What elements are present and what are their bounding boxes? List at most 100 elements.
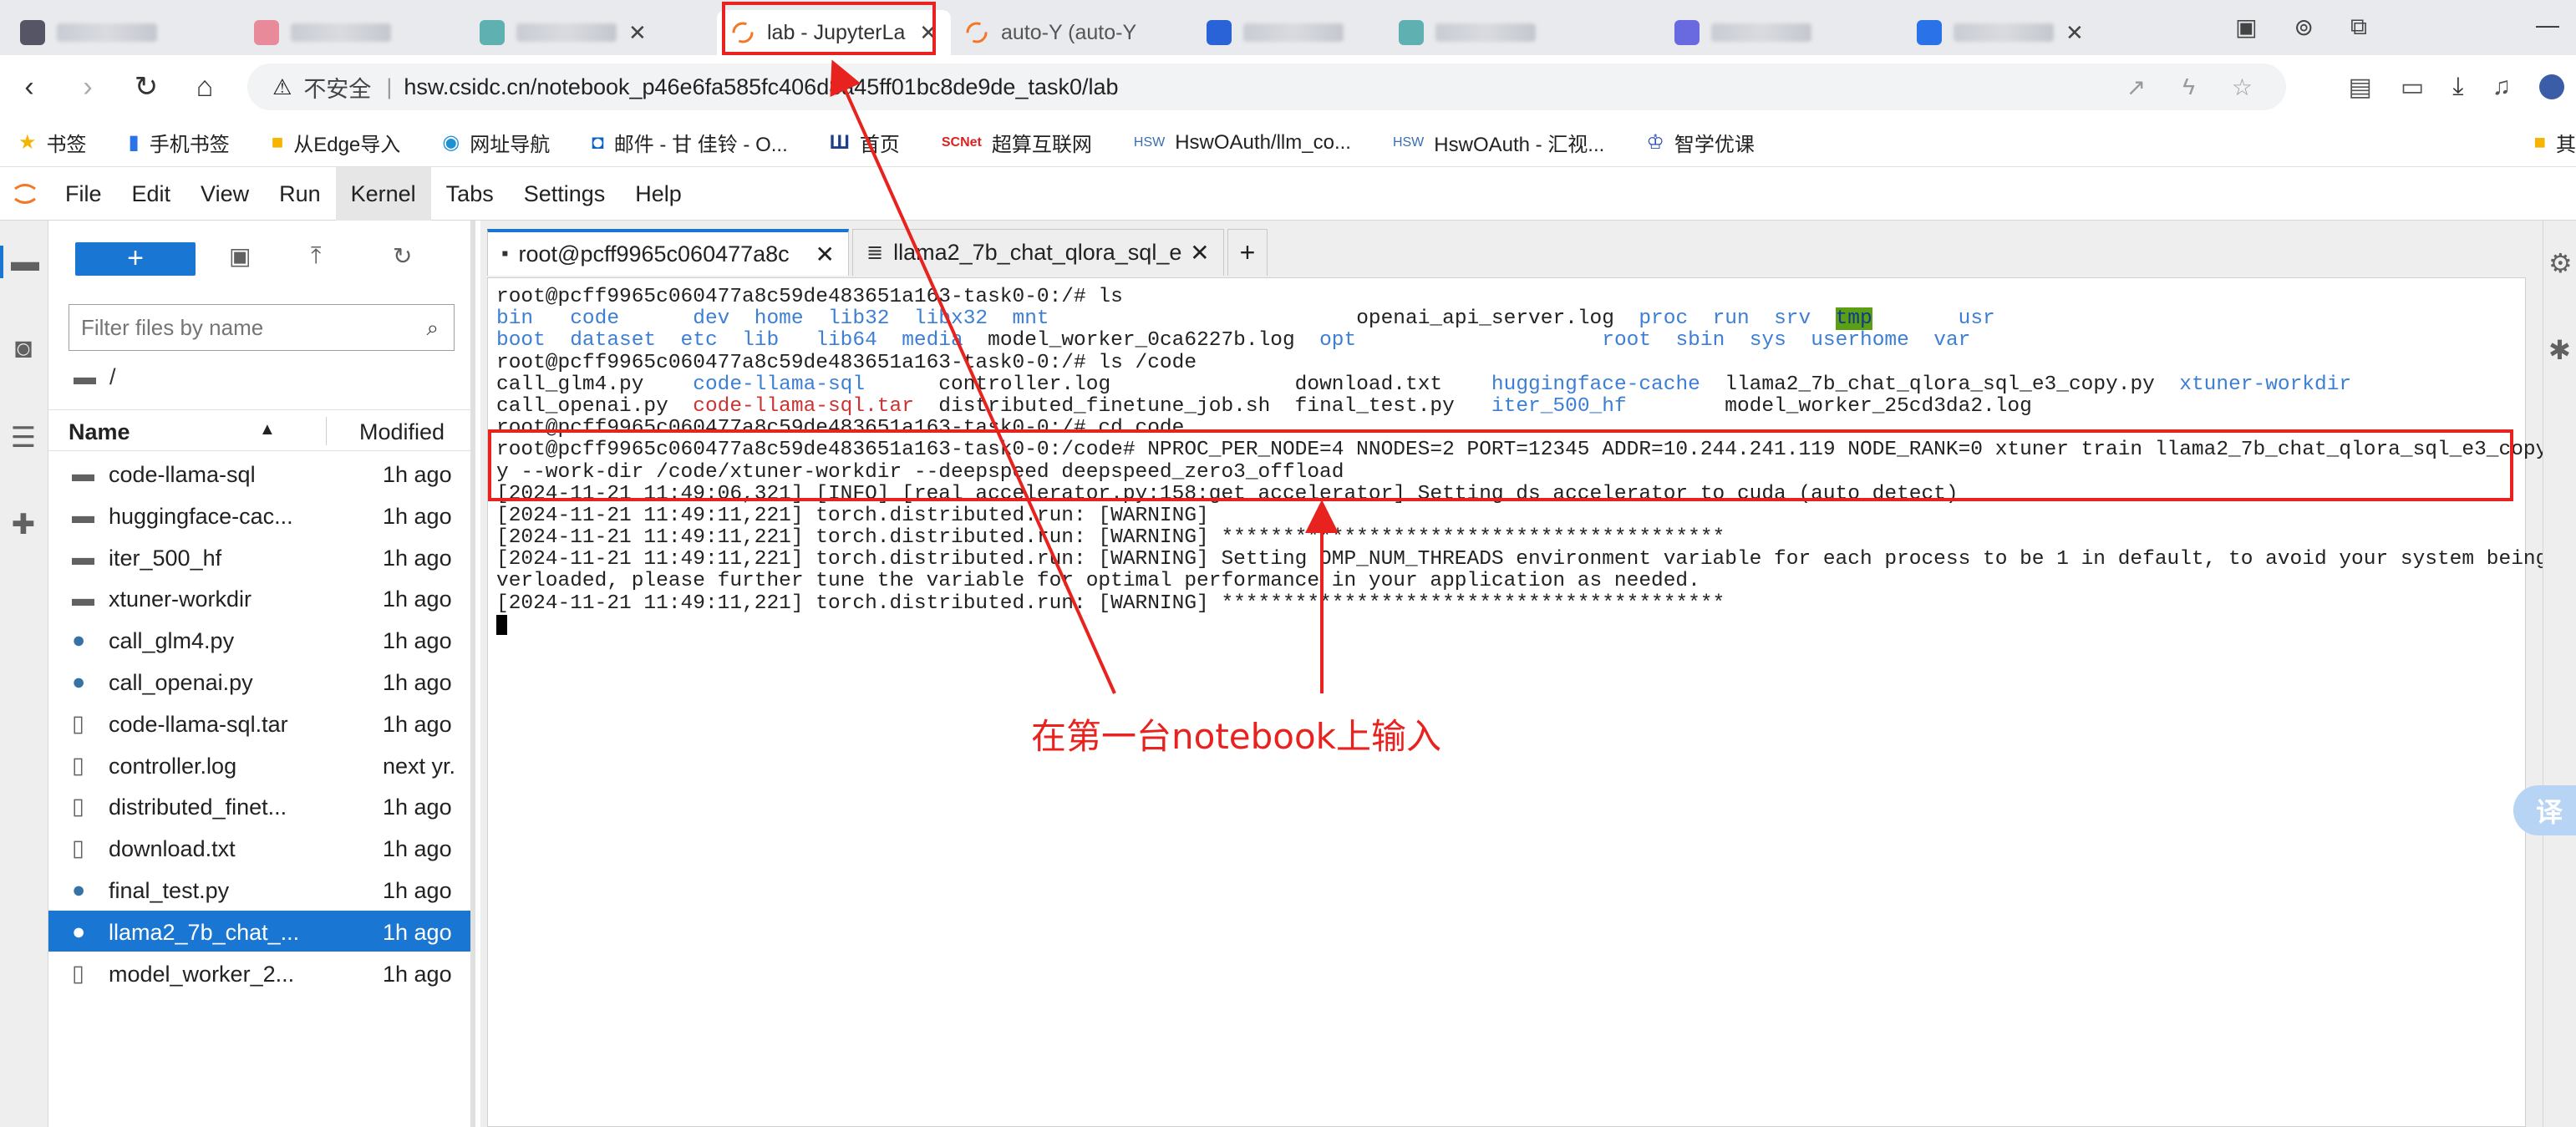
screenshot-icon[interactable]: ▭ xyxy=(2401,73,2424,102)
browser-tab-blurred-2[interactable] xyxy=(241,10,466,55)
close-icon[interactable]: ✕ xyxy=(628,20,647,46)
file-row[interactable]: ● call_glm4.py 1h ago xyxy=(48,619,470,660)
file-row[interactable]: ▯ controller.log next yr. xyxy=(48,744,470,785)
bookmark-item[interactable]: ◘ 邮件 - 甘 佳铃 - O... xyxy=(592,128,788,157)
folder-icon[interactable]: ▬ xyxy=(0,246,47,278)
tab-count-icon[interactable]: ▣ xyxy=(2235,13,2257,41)
refresh-icon[interactable]: ↻ xyxy=(393,242,412,270)
file-row[interactable]: ▬ code-llama-sql 1h ago xyxy=(48,453,470,494)
lightning-icon[interactable]: ϟ xyxy=(2182,74,2195,101)
breadcrumb[interactable]: ▬ / xyxy=(74,364,116,390)
file-row[interactable]: ▯ download.txt 1h ago xyxy=(48,827,470,868)
blurred-tab-title xyxy=(1954,23,2054,42)
close-icon[interactable]: ✕ xyxy=(815,241,835,268)
file-row[interactable]: ▬ huggingface-cac... 1h ago xyxy=(48,495,470,536)
add-tab-button[interactable]: + xyxy=(1227,229,1268,276)
bookmark-item[interactable]: HSW HswOAuth/llm_co... xyxy=(1134,131,1351,155)
file-modified: 1h ago xyxy=(383,503,452,529)
menu-run[interactable]: Run xyxy=(264,167,336,221)
breadcrumb-root[interactable]: / xyxy=(109,364,116,390)
bookmark-item[interactable]: ▮ 手机书签 xyxy=(129,128,230,157)
bookmark-item[interactable]: Ш 首页 xyxy=(830,128,900,157)
translate-label: 译 xyxy=(2535,797,2563,827)
home-icon[interactable]: ⌂ xyxy=(175,71,234,104)
profile-avatar[interactable] xyxy=(2539,74,2564,99)
menu-file[interactable]: File xyxy=(50,167,117,221)
file-row[interactable]: ▯ distributed_finet... 1h ago xyxy=(48,785,470,826)
filter-files-input[interactable]: Filter files by name ⌕ xyxy=(69,304,455,351)
browser-tab-auto-y[interactable]: auto-Y (auto-Y xyxy=(951,10,1193,55)
column-name[interactable]: Name xyxy=(69,419,130,445)
terminal-line: [2024-11-21 11:49:11,221] torch.distribu… xyxy=(496,548,2573,571)
running-icon[interactable]: ◙ xyxy=(0,333,47,365)
file-row[interactable]: ▯ model_worker_2... 1h ago xyxy=(48,952,470,993)
property-inspector-icon[interactable]: ⚙ xyxy=(2548,247,2573,279)
extension-icon[interactable]: ⧉ xyxy=(2350,13,2367,41)
back-icon[interactable]: ‹ xyxy=(0,71,58,104)
browser-tab-blurred-3[interactable]: ✕ xyxy=(466,10,717,55)
menu-view[interactable]: View xyxy=(185,167,264,221)
terminal-cursor-line xyxy=(496,614,2525,637)
bookmark-overflow[interactable]: ■ 其 xyxy=(2534,128,2576,157)
collections-icon[interactable]: ▤ xyxy=(2349,73,2372,102)
bookmark-item[interactable]: SCNet 超算互联网 xyxy=(942,128,1092,157)
browser-tab-blurred-7[interactable]: ✕ xyxy=(1903,10,2137,55)
terminal-segment: iter_500_hf xyxy=(1491,394,1627,418)
translate-button[interactable]: 译 xyxy=(2513,785,2576,835)
upload-icon[interactable]: ⤒ xyxy=(311,242,321,270)
share-icon[interactable]: ↗ xyxy=(2126,74,2146,101)
file-row[interactable]: ▬ xtuner-workdir 1h ago xyxy=(48,577,470,618)
debugger-icon[interactable]: ✱ xyxy=(2548,334,2571,366)
minimize-icon[interactable]: — xyxy=(2536,12,2559,38)
game-icon[interactable]: ⊚ xyxy=(2294,13,2314,41)
tab-terminal[interactable]: ▪ root@pcff9965c060477a8c ✕ xyxy=(487,229,849,276)
bookmark-item[interactable]: ★ 书签 xyxy=(18,128,87,157)
bookmark-item[interactable]: ■ 从Edge导入 xyxy=(272,128,401,157)
reload-icon[interactable]: ↻ xyxy=(117,70,175,104)
menu-settings[interactable]: Settings xyxy=(509,167,621,221)
outlook-icon: ◘ xyxy=(592,130,604,154)
browser-tab-blurred-4[interactable] xyxy=(1193,10,1385,55)
column-divider[interactable] xyxy=(326,417,327,445)
column-modified[interactable]: Modified xyxy=(359,419,445,445)
file-name: code-llama-sql.tar xyxy=(109,711,288,737)
terminal-cursor xyxy=(496,614,507,635)
download-icon[interactable]: ⤓ xyxy=(2452,73,2463,101)
new-launcher-button[interactable]: + xyxy=(75,242,196,276)
file-row[interactable]: ▯ code-llama-sql.tar 1h ago xyxy=(48,703,470,744)
right-sidebar: ⚙ ✱ xyxy=(2543,221,2576,1127)
forward-icon[interactable]: › xyxy=(58,71,117,104)
folder-icon: ■ xyxy=(2533,130,2547,154)
file-modified: 1h ago xyxy=(383,462,452,487)
terminal-line: boot dataset etc lib lib64 media model_w… xyxy=(496,330,2525,352)
file-row[interactable]: ● final_test.py 1h ago xyxy=(48,869,470,910)
bookmark-item[interactable]: ♔ 智学优课 xyxy=(1646,128,1755,157)
toc-icon[interactable]: ☰ xyxy=(0,421,47,454)
close-icon[interactable]: ✕ xyxy=(2065,20,2084,46)
menu-edit[interactable]: Edit xyxy=(117,167,186,221)
url-field[interactable]: ⚠ 不安全 | hsw.csidc.cn/notebook_p46e6fa585… xyxy=(247,63,2286,110)
bookmark-item[interactable]: HSW HswOAuth - 汇视... xyxy=(1393,128,1604,157)
jupyter-favicon xyxy=(966,22,988,43)
window-controls: — xyxy=(2536,12,2559,38)
file-row[interactable]: ● call_openai.py 1h ago xyxy=(48,661,470,702)
file-modified: 1h ago xyxy=(383,794,452,820)
file-row[interactable]: ▬ iter_500_hf 1h ago xyxy=(48,536,470,577)
sort-ascending-icon[interactable]: ▲ xyxy=(259,420,276,439)
playlist-icon[interactable]: ♫ xyxy=(2492,73,2512,101)
tab-text-file[interactable]: ≣ llama2_7b_chat_qlora_sql_e3 ✕ xyxy=(851,229,1224,276)
close-icon[interactable]: ✕ xyxy=(1190,239,1209,267)
new-folder-icon[interactable]: ▣ xyxy=(229,242,251,270)
menu-kernel[interactable]: Kernel xyxy=(335,166,431,221)
terminal-segment: code-llama-sql xyxy=(693,373,866,396)
browser-tab-blurred-6[interactable] xyxy=(1661,10,1903,55)
menu-tabs[interactable]: Tabs xyxy=(431,167,509,221)
menu-help[interactable]: Help xyxy=(620,167,697,221)
terminal-output[interactable]: root@pcff9965c060477a8c59de483651a163-ta… xyxy=(487,277,2573,1127)
favorite-star-icon[interactable]: ☆ xyxy=(2232,74,2253,101)
browser-tab-blurred-5[interactable] xyxy=(1385,10,1661,55)
bookmark-item[interactable]: ◉ 网址导航 xyxy=(442,128,550,157)
browser-tab-blurred-1[interactable] xyxy=(7,10,241,55)
extension-icon[interactable]: ✚ xyxy=(0,508,47,541)
file-row[interactable]: ● llama2_7b_chat_... 1h ago xyxy=(48,910,470,952)
